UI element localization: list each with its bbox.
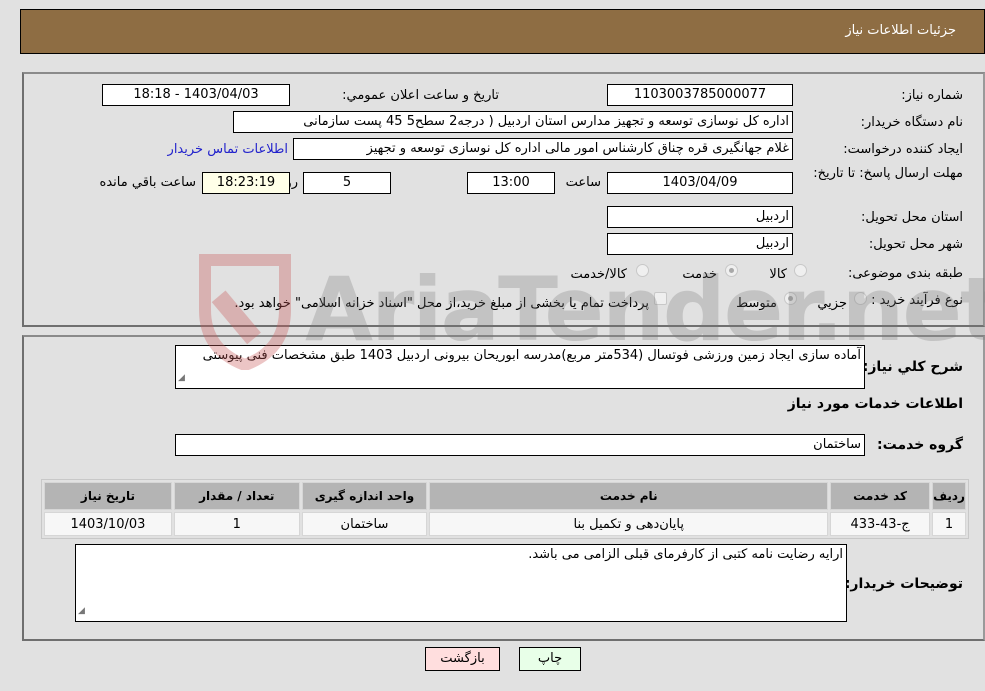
purchase-option-minor: جزيي xyxy=(817,296,847,311)
province-field[interactable]: اردبیل xyxy=(607,206,793,228)
need-number-label: شماره نیاز: xyxy=(901,88,963,103)
category-option-goods: کالا xyxy=(769,267,787,282)
category-radio-goods[interactable] xyxy=(794,264,807,277)
purchase-radio-medium[interactable] xyxy=(784,292,797,305)
city-label: شهر محل تحویل: xyxy=(868,237,963,252)
buyer-notes-textarea[interactable]: ارایه رضایت نامه کتبی از کارفرمای قبلی ا… xyxy=(75,544,847,622)
category-label: طبقه بندی موضوعی: xyxy=(847,266,963,281)
purchase-type-label: نوع فرآیند خرید : xyxy=(871,293,963,308)
remaining-time-label: ساعت باقي مانده xyxy=(99,175,196,190)
remaining-time-field: 18:23:19 xyxy=(202,172,290,194)
province-label: استان محل تحویل: xyxy=(861,210,963,225)
days-remaining-field[interactable]: 5 xyxy=(303,172,391,194)
service-group-field[interactable]: ساختمان xyxy=(175,434,865,456)
category-radio-service[interactable] xyxy=(725,264,738,277)
summary-textarea[interactable]: آماده سازی ایجاد زمین ورزشی فوتسال (534م… xyxy=(175,345,865,389)
city-field[interactable]: اردبیل xyxy=(607,233,793,255)
col-unit: واحد اندازه گیری xyxy=(301,482,428,510)
category-option-service: خدمت xyxy=(682,267,717,282)
buyer-contact-link[interactable]: اطلاعات تماس خریدار xyxy=(168,142,288,157)
deadline-label: مهلت ارسال پاسخ: تا تاریخ: xyxy=(813,166,963,181)
need-number-field[interactable]: 1103003785000077 xyxy=(607,84,793,106)
col-service-name: نام خدمت xyxy=(429,482,829,510)
category-radio-goods-service[interactable] xyxy=(636,264,649,277)
table-row: 1 ج-43-433 پایان‌دهی و تکمیل بنا ساختمان… xyxy=(44,512,966,536)
buyer-org-label: نام دستگاه خریدار: xyxy=(860,115,963,130)
announce-label: تاریخ و ساعت اعلان عمومي: xyxy=(342,88,499,103)
col-service-code: کد خدمت xyxy=(830,482,931,510)
purchase-option-medium: متوسط xyxy=(736,296,777,311)
back-button[interactable]: بازگشت xyxy=(425,647,500,671)
cell-quantity: 1 xyxy=(173,512,300,536)
requester-label: ایجاد کننده درخواست: xyxy=(843,142,963,157)
cell-service-code: ج-43-433 xyxy=(830,512,931,536)
cell-row-number: 1 xyxy=(932,512,966,536)
treasury-note: پرداخت تمام یا بخشی از مبلغ خرید،از محل … xyxy=(234,296,649,311)
need-details-panel: شماره نیاز: 1103003785000077 تاریخ و ساع… xyxy=(22,72,985,327)
deadline-time-field[interactable]: 13:00 xyxy=(467,172,555,194)
col-row-number: ردیف xyxy=(932,482,966,510)
print-button[interactable]: چاپ xyxy=(519,647,581,671)
cell-service-name: پایان‌دهی و تکمیل بنا xyxy=(429,512,829,536)
page-title: جزئیات اطلاعات نیاز xyxy=(845,23,956,38)
need-services-panel: شرح کلي نیاز: آماده سازی ایجاد زمین ورزش… xyxy=(22,335,985,641)
services-section-title: اطلاعات خدمات مورد نیاز xyxy=(787,396,963,412)
buyer-notes-label: توضیحات خریدار: xyxy=(844,576,963,592)
purchase-radio-minor[interactable] xyxy=(854,292,867,305)
services-table: ردیف کد خدمت نام خدمت واحد اندازه گیری ت… xyxy=(41,479,969,539)
service-group-label: گروه خدمت: xyxy=(877,437,963,453)
buyer-notes-text: ارایه رضایت نامه کتبی از کارفرمای قبلی ا… xyxy=(528,547,843,562)
announce-datetime-field[interactable]: 1403/04/03 - 18:18 xyxy=(102,84,290,106)
requester-field[interactable]: غلام جهانگیری قره چناق کارشناس امور مالی… xyxy=(293,138,793,160)
cell-need-date: 1403/10/03 xyxy=(44,512,172,536)
summary-label: شرح کلي نیاز: xyxy=(862,359,963,375)
category-option-goods-service: کالا/خدمت xyxy=(570,267,627,282)
cell-unit: ساختمان xyxy=(301,512,428,536)
col-quantity: تعداد / مقدار xyxy=(173,482,300,510)
deadline-time-label: ساعت xyxy=(565,175,601,190)
buyer-org-field[interactable]: اداره کل نوسازی توسعه و تجهیز مدارس استا… xyxy=(233,111,793,133)
treasury-checkbox[interactable] xyxy=(654,292,667,305)
summary-text: آماده سازی ایجاد زمین ورزشی فوتسال (534م… xyxy=(202,348,861,363)
resize-grip-icon[interactable]: ◢ xyxy=(178,370,185,387)
page-header: جزئیات اطلاعات نیاز xyxy=(20,9,985,54)
services-table-header: ردیف کد خدمت نام خدمت واحد اندازه گیری ت… xyxy=(44,482,966,510)
deadline-date-field[interactable]: 1403/04/09 xyxy=(607,172,793,194)
resize-grip-icon[interactable]: ◢ xyxy=(78,603,85,620)
col-need-date: تاریخ نیاز xyxy=(44,482,172,510)
